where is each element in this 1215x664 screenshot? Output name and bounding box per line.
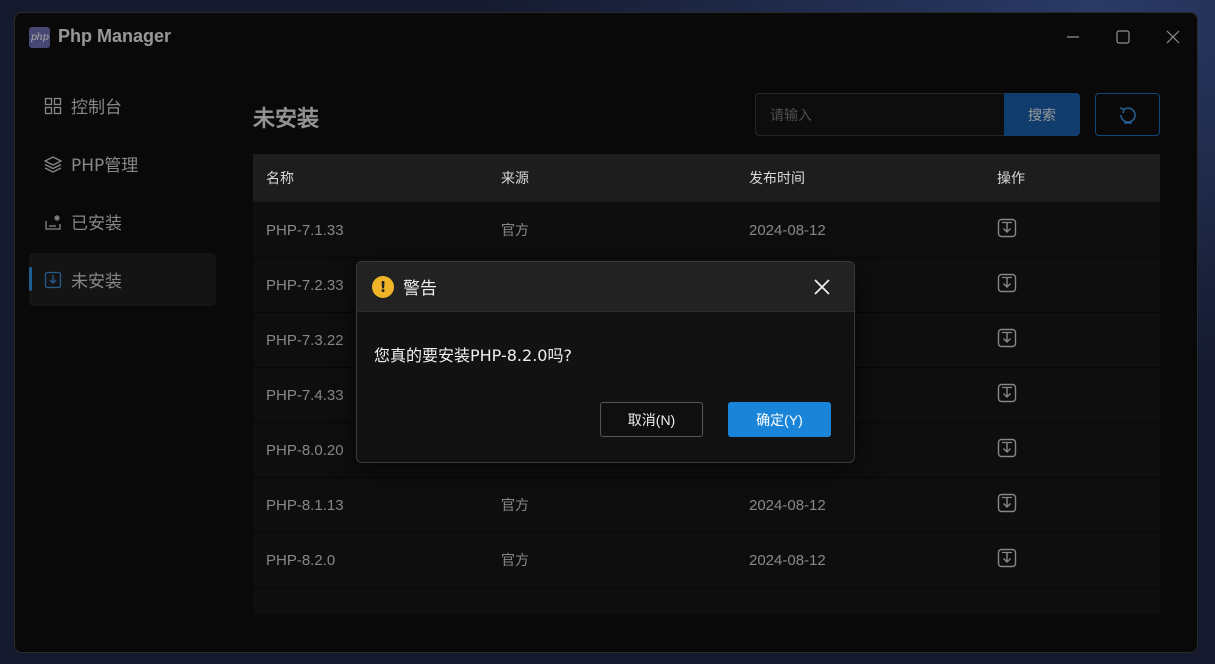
column-header-source: 来源 [501,171,529,187]
cancel-button[interactable]: 取消(N) [600,402,703,437]
app-window: php Php Manager 控制台 PHP管理 已安装 未安装 未安装 请输… [14,12,1198,653]
table-header: 名称 来源 发布时间 操作 [253,154,1160,203]
confirm-button[interactable]: 确定(Y) [728,402,831,437]
column-header-date: 发布时间 [749,171,805,187]
dialog-header: ! 警告 [357,262,854,312]
warning-icon: ! [372,275,394,298]
confirm-dialog: ! 警告 您真的要安装PHP-8.2.0吗? 取消(N) 确定(Y) [356,261,855,463]
dialog-close-icon[interactable] [812,277,832,297]
column-header-action: 操作 [997,171,1025,187]
dialog-message: 您真的要安装PHP-8.2.0吗? [374,346,572,365]
dialog-title: 警告 [403,279,437,299]
column-header-name: 名称 [266,171,294,187]
